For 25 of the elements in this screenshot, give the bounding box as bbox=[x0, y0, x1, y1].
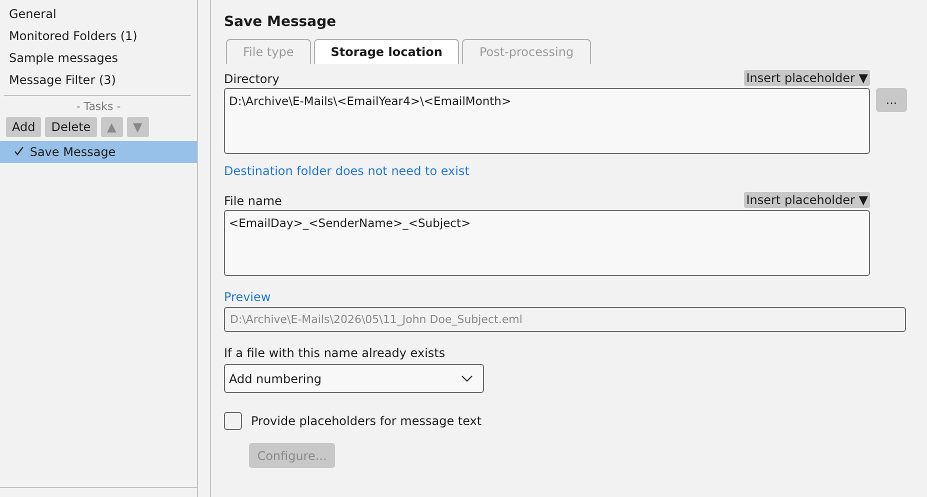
checkbox-label: Provide placeholders for message text bbox=[251, 414, 482, 428]
sidebar-item[interactable]: Message Filter (3) bbox=[0, 69, 198, 91]
task-button[interactable]: Delete bbox=[45, 117, 97, 137]
checkbox[interactable] bbox=[224, 412, 242, 430]
panel-title: Save Message bbox=[224, 14, 338, 30]
sidebar-item[interactable]: Sample messages bbox=[0, 47, 198, 69]
file-name-field[interactable]: <EmailDay>_<SenderName>_<Subject> bbox=[224, 210, 870, 276]
directory-field[interactable]: D:\Archive\E-Mails\<EmailYear4>\<EmailMonth> bbox=[224, 88, 870, 154]
task-button[interactable]: Add bbox=[6, 117, 42, 137]
sidebar-item[interactable]: General bbox=[0, 3, 198, 25]
field-label: If a file with this name already exists bbox=[224, 346, 446, 360]
exists-dropdown[interactable]: Add numbering bbox=[224, 364, 484, 393]
hint-text: Destination folder does not need to exist bbox=[224, 164, 470, 178]
chevron-down-icon bbox=[461, 375, 473, 382]
task-item[interactable]: Save Message bbox=[0, 141, 198, 163]
tab[interactable]: Storage location bbox=[314, 39, 460, 64]
field-label: Preview bbox=[224, 290, 272, 304]
insert-placeholder-button[interactable]: Insert placeholder ▼ bbox=[744, 70, 870, 86]
sidebar-item[interactable]: Monitored Folders (1) bbox=[0, 25, 198, 47]
tasks-heading: - Tasks - bbox=[75, 100, 122, 113]
insert-placeholder-button[interactable]: Insert placeholder ▼ bbox=[744, 192, 870, 208]
field-label: Directory bbox=[224, 72, 280, 86]
preview-field: D:\Archive\E-Mails\2026\05\11_John Doe_Subject.eml bbox=[224, 307, 906, 332]
field-label: File name bbox=[224, 194, 282, 208]
browse-button[interactable]: ... bbox=[876, 88, 907, 112]
